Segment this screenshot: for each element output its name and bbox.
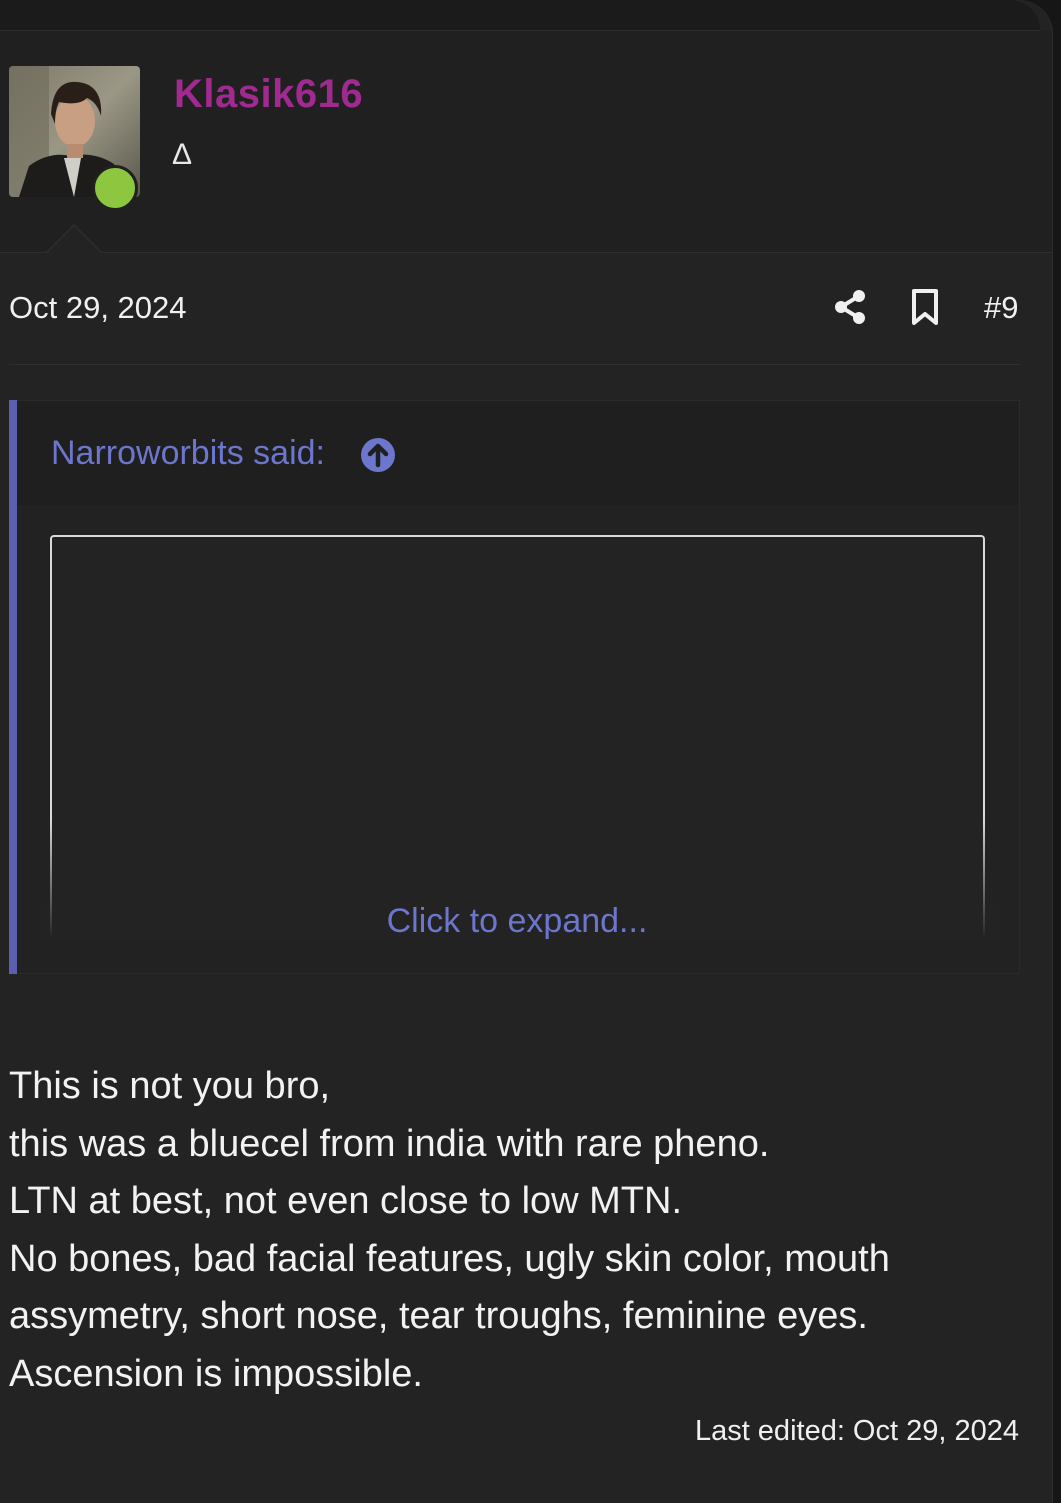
bookmark-icon[interactable] <box>909 288 941 326</box>
arrow-up-circle-icon[interactable] <box>359 436 397 474</box>
user-header <box>0 31 1052 253</box>
quote-author-link[interactable]: Narroworbits said: <box>51 434 325 473</box>
previous-post-edge <box>0 0 1040 31</box>
username-link[interactable]: Klasik616 <box>174 72 363 117</box>
post-body-line: No bones, bad facial features, ugly skin… <box>9 1237 890 1280</box>
post-body-line: This is not you bro, <box>9 1065 331 1107</box>
post-body: This is not you bro, this was a bluecel … <box>9 1058 1029 1403</box>
share-icon[interactable] <box>832 289 868 325</box>
post-number-link[interactable]: #9 <box>984 290 1018 326</box>
post-body-line: LTN at best, not even close to low MTN. <box>9 1180 683 1222</box>
post-body-line: assymetry, short nose, tear troughs, fem… <box>9 1295 868 1337</box>
divider <box>9 364 1020 365</box>
quote-accent-bar <box>9 400 17 974</box>
last-edited-text: Last edited: Oct 29, 2024 <box>694 1415 1019 1447</box>
click-to-expand-link[interactable]: Click to expand... <box>0 902 1034 941</box>
post-date[interactable]: Oct 29, 2024 <box>9 290 187 326</box>
post-body-line: Ascension is impossible. <box>9 1352 423 1395</box>
online-status-indicator <box>92 165 138 211</box>
post-body-line: this was a bluecel from india with rare … <box>9 1122 770 1165</box>
user-title: Δ <box>172 138 193 171</box>
